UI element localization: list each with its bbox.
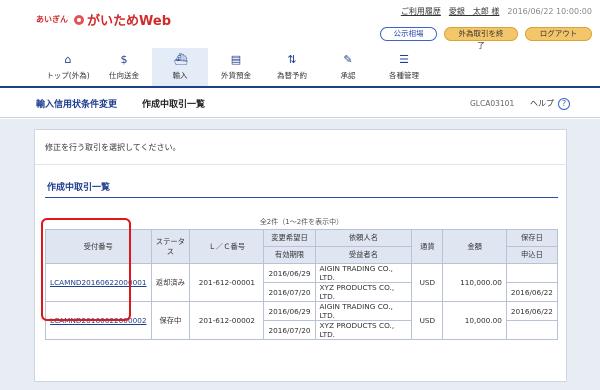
nav-label: 外貨預金 <box>221 70 251 80</box>
lc-cell: 201-612-00001 <box>189 263 265 302</box>
nav-label: 輸入 <box>172 70 188 80</box>
help-icon: ? <box>558 97 570 110</box>
logo-mark-icon <box>74 14 84 25</box>
rates-button[interactable]: 公示相場 <box>380 27 437 41</box>
deposit-icon: ▤ <box>230 52 242 66</box>
expiry-cell: 2016/07/20 <box>263 320 316 340</box>
col-applied[interactable]: 申込日 <box>505 246 559 264</box>
col-status[interactable]: ステータス <box>150 229 191 264</box>
col-beneficiary[interactable]: 受益者名 <box>314 246 413 264</box>
section-underline <box>45 197 558 198</box>
expiry-cell: 2016/07/20 <box>263 282 316 302</box>
nav-label: 仕向送金 <box>109 70 139 80</box>
col-lc[interactable]: Ｌ／Ｃ番号 <box>189 229 265 264</box>
help-label: ヘルプ <box>530 99 554 108</box>
applicant-cell: AIGIN TRADING CO., LTD. <box>314 263 413 283</box>
breadcrumb-section: 輸入信用状条件変更 <box>36 100 118 110</box>
nav-remit[interactable]: $ 仕向送金 <box>96 48 152 86</box>
end-session-button[interactable]: 外為取引を終了 <box>444 27 518 50</box>
help-link[interactable]: ヘルプ ? <box>530 97 570 110</box>
nav-label: 各種管理 <box>389 70 419 80</box>
manage-icon: ☰ <box>399 52 409 66</box>
nav-manage[interactable]: ☰ 各種管理 <box>376 48 432 86</box>
login-datetime: 2016/06/22 10:00:00 <box>507 7 592 16</box>
logout-button[interactable]: ログアウト <box>525 27 592 41</box>
bank-logo[interactable]: あいぎん がいためWeb <box>36 10 171 29</box>
instruction-text: 修正を行う取引を選択してください。 <box>45 143 181 152</box>
nav-import[interactable]: ⛴ 輸入 <box>152 48 208 86</box>
history-link[interactable]: ご利用履歴 <box>401 6 441 17</box>
nav-label: 為替予約 <box>277 70 307 80</box>
nav-label: 承認 <box>340 70 356 80</box>
lc-cell: 201-612-00002 <box>189 301 265 340</box>
nav-top[interactable]: ⌂ トップ(外為) <box>40 48 96 86</box>
divider <box>35 164 568 165</box>
status-cell: 保存中 <box>150 301 191 340</box>
change-date-cell: 2016/06/29 <box>263 301 316 321</box>
page-title: 作成中取引一覧 <box>142 100 206 110</box>
nav-forward[interactable]: ⇅ 為替予約 <box>264 48 320 86</box>
nav-deposit[interactable]: ▤ 外貨預金 <box>208 48 264 86</box>
amount-cell: 10,000.00 <box>442 301 507 340</box>
col-expiry[interactable]: 有効期限 <box>263 246 316 264</box>
applied-cell: 2016/06/22 <box>505 282 559 302</box>
ship-icon: ⛴ <box>174 52 188 66</box>
home-icon: ⌂ <box>64 52 72 66</box>
remit-icon: $ <box>120 52 128 66</box>
section-title: 作成中取引一覧 <box>47 183 111 193</box>
col-applicant[interactable]: 依頼人名 <box>314 229 413 247</box>
currency-cell: USD <box>411 263 444 302</box>
logo-small-text: あいぎん <box>36 15 68 24</box>
logo-main-text: がいためWeb <box>87 14 171 29</box>
top-links: ご利用履歴 愛銀 太郎 様 2016/06/22 10:00:00 <box>401 6 592 17</box>
saved-cell: 2016/06/22 <box>505 301 559 321</box>
header: あいぎん がいためWeb ご利用履歴 愛銀 太郎 様 2016/06/22 10… <box>0 0 600 50</box>
change-date-cell: 2016/06/29 <box>263 263 316 283</box>
header-buttons: 公示相場 外為取引を終了 ログアウト <box>380 27 592 50</box>
highlight-box <box>41 218 131 321</box>
col-currency[interactable]: 通貨 <box>411 229 444 264</box>
beneficiary-cell: XYZ PRODUCTS CO., LTD. <box>314 282 413 302</box>
applicant-cell: AIGIN TRADING CO., LTD. <box>314 301 413 321</box>
amount-cell: 110,000.00 <box>442 263 507 302</box>
forward-icon: ⇅ <box>287 52 297 66</box>
status-cell: 返却済み <box>150 263 191 302</box>
col-saved[interactable]: 保存日 <box>505 229 559 247</box>
approve-icon: ✎ <box>343 52 353 66</box>
beneficiary-cell: XYZ PRODUCTS CO., LTD. <box>314 320 413 340</box>
nav-approve[interactable]: ✎ 承認 <box>320 48 376 86</box>
screen-code: GLCA03101 <box>470 99 515 108</box>
user-name-link[interactable]: 愛銀 太郎 様 <box>449 6 500 17</box>
col-amount[interactable]: 金額 <box>442 229 507 264</box>
col-change-date[interactable]: 変更希望日 <box>263 229 316 247</box>
saved-cell <box>505 263 559 283</box>
main-nav: ⌂ トップ(外為) $ 仕向送金 ⛴ 輸入 ▤ 外貨預金 ⇅ 為替予約 ✎ 承認… <box>0 48 600 88</box>
applied-cell <box>505 320 559 340</box>
nav-label: トップ(外為) <box>46 70 90 80</box>
title-bar: 輸入信用状条件変更 作成中取引一覧 GLCA03101 ヘルプ ? <box>0 90 600 118</box>
currency-cell: USD <box>411 301 444 340</box>
